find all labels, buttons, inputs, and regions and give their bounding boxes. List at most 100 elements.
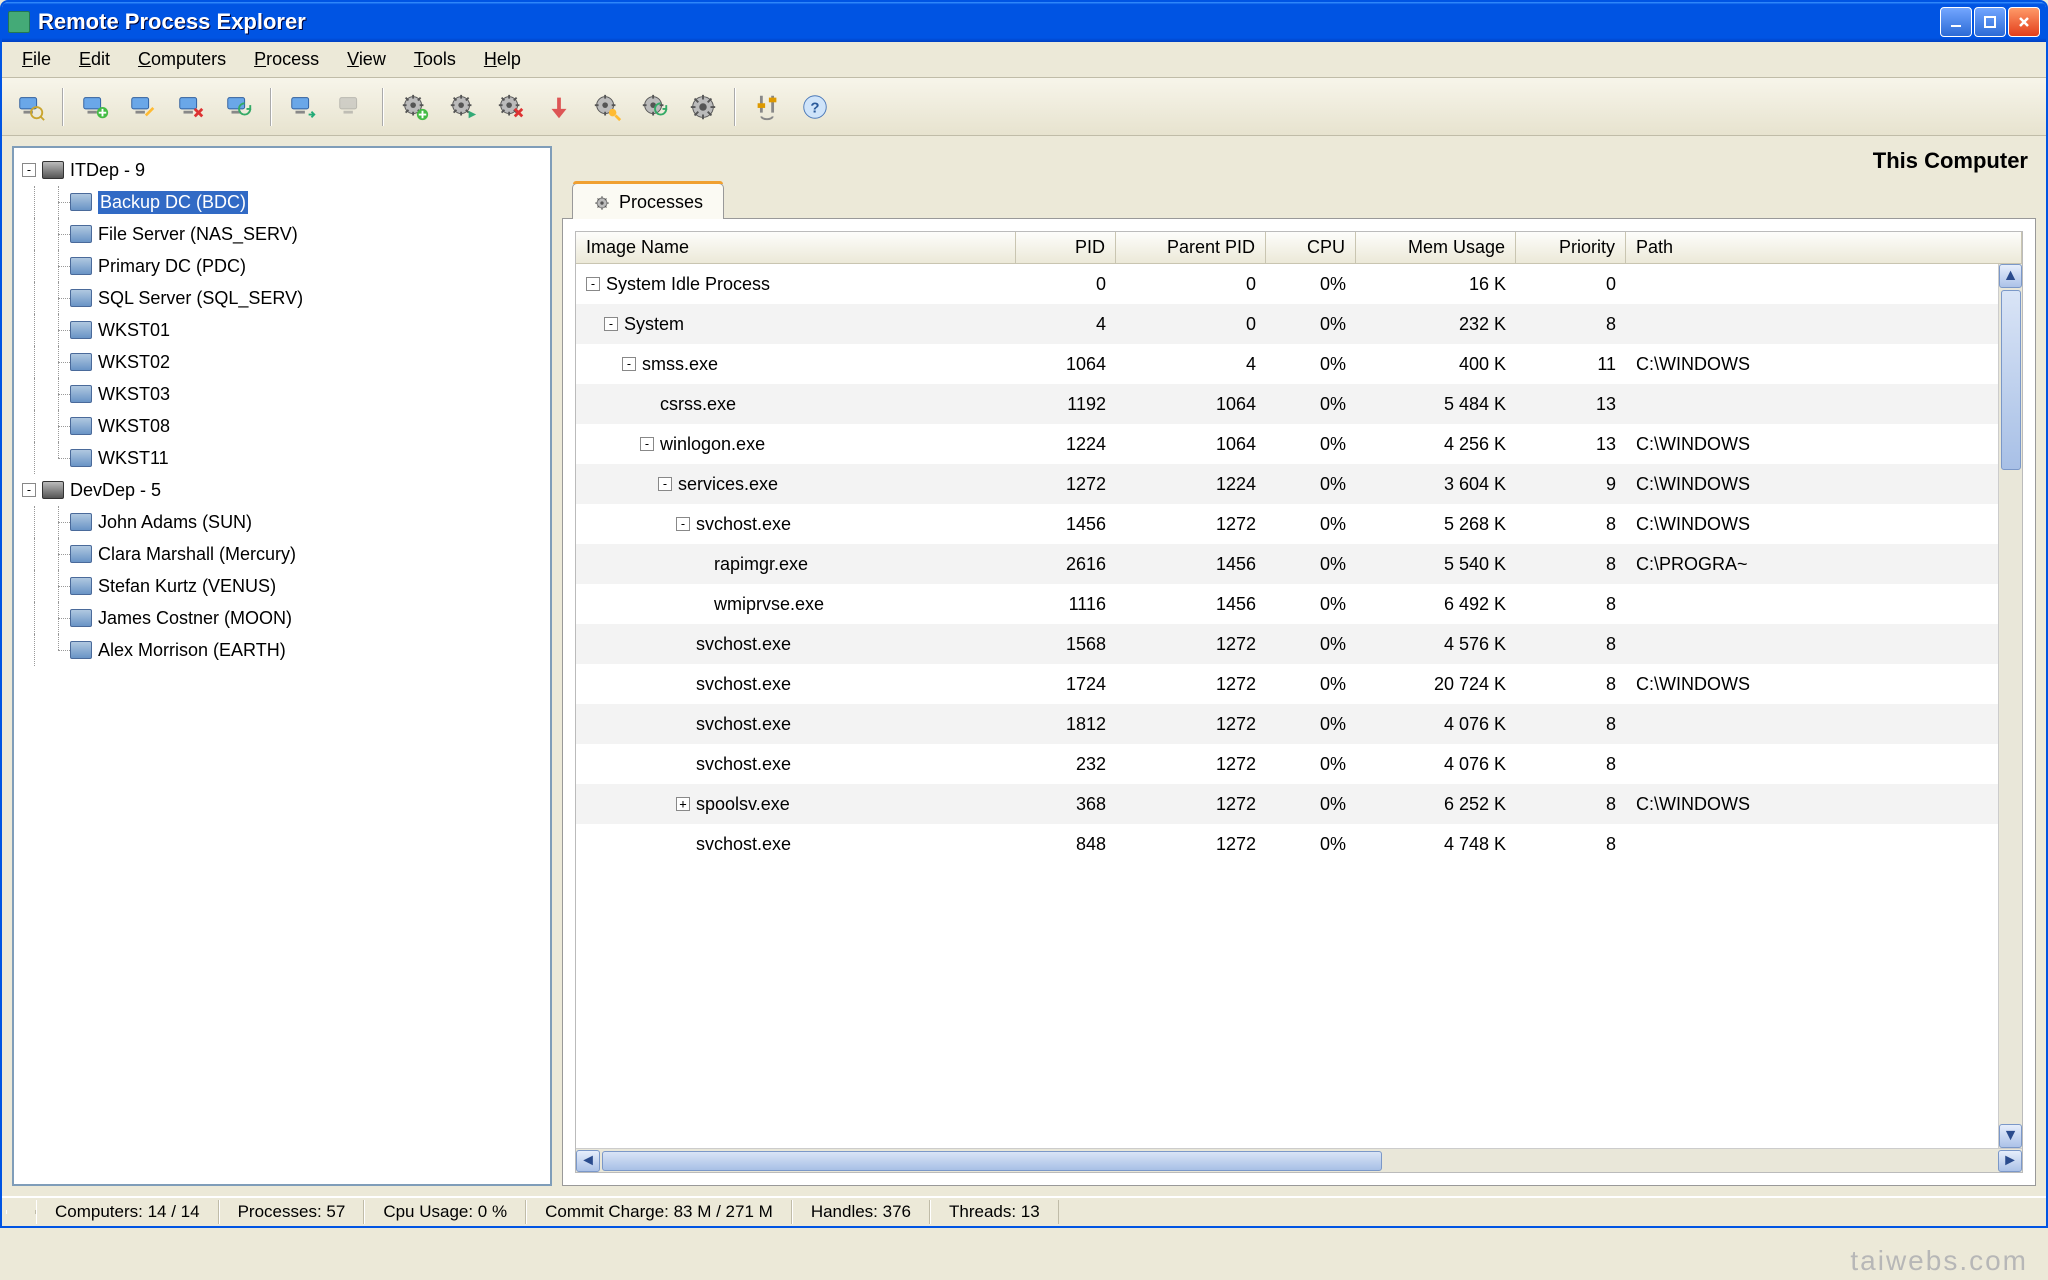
- tb-process-new-icon[interactable]: [394, 87, 436, 127]
- process-grid[interactable]: -System Idle Process 0 0 0% 16 K 0 -Syst…: [576, 264, 1998, 1148]
- tab-label: Processes: [619, 192, 703, 213]
- menu-help[interactable]: Help: [470, 45, 535, 74]
- tb-connect-icon[interactable]: [282, 87, 324, 127]
- process-row[interactable]: rapimgr.exe 2616 1456 0% 5 540 K 8 C:\PR…: [576, 544, 1998, 584]
- tree-toggle-icon[interactable]: -: [676, 517, 690, 531]
- tree-group[interactable]: -DevDep - 5: [16, 474, 548, 506]
- col-pid[interactable]: PID: [1016, 232, 1116, 263]
- menu-process[interactable]: Process: [240, 45, 333, 74]
- content-area: -ITDep - 9Backup DC (BDC)File Server (NA…: [2, 136, 2046, 1196]
- computer-icon: [70, 577, 92, 595]
- menu-computers[interactable]: Computers: [124, 45, 240, 74]
- col-mem-usage[interactable]: Mem Usage: [1356, 232, 1516, 263]
- process-row[interactable]: svchost.exe 1812 1272 0% 4 076 K 8: [576, 704, 1998, 744]
- tb-edit-computer-icon[interactable]: [122, 87, 164, 127]
- computer-tree[interactable]: -ITDep - 9Backup DC (BDC)File Server (NA…: [12, 146, 552, 1186]
- tb-add-computer-icon[interactable]: [74, 87, 116, 127]
- tree-item[interactable]: WKST03: [16, 378, 548, 410]
- scroll-down-icon[interactable]: ▼: [1999, 1124, 2022, 1148]
- process-pid: 2616: [1016, 550, 1116, 579]
- process-row[interactable]: csrss.exe 1192 1064 0% 5 484 K 13: [576, 384, 1998, 424]
- scroll-right-icon[interactable]: ►: [1998, 1150, 2022, 1172]
- tb-priority-down-icon[interactable]: [538, 87, 580, 127]
- process-row[interactable]: svchost.exe 232 1272 0% 4 076 K 8: [576, 744, 1998, 784]
- menu-tools[interactable]: Tools: [400, 45, 470, 74]
- scroll-thumb[interactable]: [2001, 290, 2021, 470]
- tree-item[interactable]: WKST11: [16, 442, 548, 474]
- process-path: C:\PROGRA~: [1626, 550, 1998, 579]
- close-button[interactable]: [2008, 7, 2040, 37]
- col-image-name[interactable]: Image Name: [576, 232, 1016, 263]
- tb-process-refresh-icon[interactable]: [634, 87, 676, 127]
- tb-process-kill-icon[interactable]: [490, 87, 532, 127]
- process-row[interactable]: -winlogon.exe 1224 1064 0% 4 256 K 13 C:…: [576, 424, 1998, 464]
- tree-item[interactable]: File Server (NAS_SERV): [16, 218, 548, 250]
- tree-item[interactable]: SQL Server (SQL_SERV): [16, 282, 548, 314]
- process-row[interactable]: -smss.exe 1064 4 0% 400 K 11 C:\WINDOWS: [576, 344, 1998, 384]
- process-panel: Image Name PID Parent PID CPU Mem Usage …: [562, 218, 2036, 1186]
- tab-processes[interactable]: Processes: [572, 183, 724, 219]
- tb-remove-computer-icon[interactable]: [170, 87, 212, 127]
- process-name: services.exe: [678, 474, 778, 495]
- tb-find-computer-icon[interactable]: [10, 87, 52, 127]
- process-mem: 20 724 K: [1356, 670, 1516, 699]
- tree-item[interactable]: Primary DC (PDC): [16, 250, 548, 282]
- tree-toggle-icon[interactable]: +: [676, 797, 690, 811]
- process-row[interactable]: svchost.exe 1568 1272 0% 4 576 K 8: [576, 624, 1998, 664]
- process-row[interactable]: +spoolsv.exe 368 1272 0% 6 252 K 8 C:\WI…: [576, 784, 1998, 824]
- status-bar: Computers: 14 / 14 Processes: 57 Cpu Usa…: [2, 1196, 2046, 1226]
- scroll-up-icon[interactable]: ▲: [1999, 264, 2022, 288]
- process-row[interactable]: -System Idle Process 0 0 0% 16 K 0: [576, 264, 1998, 304]
- tb-process-run-icon[interactable]: [442, 87, 484, 127]
- scroll-thumb[interactable]: [602, 1151, 1382, 1171]
- tree-item[interactable]: John Adams (SUN): [16, 506, 548, 538]
- menu-view[interactable]: View: [333, 45, 400, 74]
- tree-toggle-icon[interactable]: -: [604, 317, 618, 331]
- tb-disconnect-icon[interactable]: [330, 87, 372, 127]
- collapse-icon[interactable]: -: [22, 163, 36, 177]
- vertical-scrollbar[interactable]: ▲ ▼: [1998, 264, 2022, 1148]
- tb-options-icon[interactable]: [746, 87, 788, 127]
- tree-item[interactable]: WKST08: [16, 410, 548, 442]
- col-path[interactable]: Path: [1626, 232, 2022, 263]
- tb-help-icon[interactable]: ?: [794, 87, 836, 127]
- col-cpu[interactable]: CPU: [1266, 232, 1356, 263]
- tree-item[interactable]: Clara Marshall (Mercury): [16, 538, 548, 570]
- process-priority: 8: [1516, 710, 1626, 739]
- tree-toggle-icon[interactable]: -: [622, 357, 636, 371]
- tree-item[interactable]: Backup DC (BDC): [16, 186, 548, 218]
- menu-bar: File Edit Computers Process View Tools H…: [2, 42, 2046, 78]
- process-ppid: 1272: [1116, 510, 1266, 539]
- tb-process-key-icon[interactable]: [586, 87, 628, 127]
- tree-item[interactable]: James Costner (MOON): [16, 602, 548, 634]
- menu-file[interactable]: File: [8, 45, 65, 74]
- minimize-button[interactable]: [1940, 7, 1972, 37]
- process-row[interactable]: svchost.exe 1724 1272 0% 20 724 K 8 C:\W…: [576, 664, 1998, 704]
- collapse-icon[interactable]: -: [22, 483, 36, 497]
- tb-refresh-computers-icon[interactable]: [218, 87, 260, 127]
- svg-text:?: ?: [810, 99, 819, 116]
- menu-edit[interactable]: Edit: [65, 45, 124, 74]
- process-row[interactable]: -System 4 0 0% 232 K 8: [576, 304, 1998, 344]
- tree-item[interactable]: WKST02: [16, 346, 548, 378]
- tree-item[interactable]: Alex Morrison (EARTH): [16, 634, 548, 666]
- horizontal-scrollbar[interactable]: ◄ ►: [576, 1148, 2022, 1172]
- col-parent-pid[interactable]: Parent PID: [1116, 232, 1266, 263]
- process-row[interactable]: svchost.exe 848 1272 0% 4 748 K 8: [576, 824, 1998, 864]
- process-row[interactable]: -services.exe 1272 1224 0% 3 604 K 9 C:\…: [576, 464, 1998, 504]
- maximize-button[interactable]: [1974, 7, 2006, 37]
- tree-group[interactable]: -ITDep - 9: [16, 154, 548, 186]
- scroll-left-icon[interactable]: ◄: [576, 1150, 600, 1172]
- process-path: C:\WINDOWS: [1626, 790, 1998, 819]
- tree-item[interactable]: WKST01: [16, 314, 548, 346]
- process-row[interactable]: -svchost.exe 1456 1272 0% 5 268 K 8 C:\W…: [576, 504, 1998, 544]
- tree-toggle-icon[interactable]: -: [658, 477, 672, 491]
- tree-toggle-icon[interactable]: -: [586, 277, 600, 291]
- tree-toggle-icon[interactable]: -: [640, 437, 654, 451]
- col-priority[interactable]: Priority: [1516, 232, 1626, 263]
- process-row[interactable]: wmiprvse.exe 1116 1456 0% 6 492 K 8: [576, 584, 1998, 624]
- tree-item[interactable]: Stefan Kurtz (VENUS): [16, 570, 548, 602]
- tb-process-properties-icon[interactable]: [682, 87, 724, 127]
- column-headers[interactable]: Image Name PID Parent PID CPU Mem Usage …: [576, 232, 2022, 264]
- title-bar[interactable]: Remote Process Explorer: [2, 2, 2046, 42]
